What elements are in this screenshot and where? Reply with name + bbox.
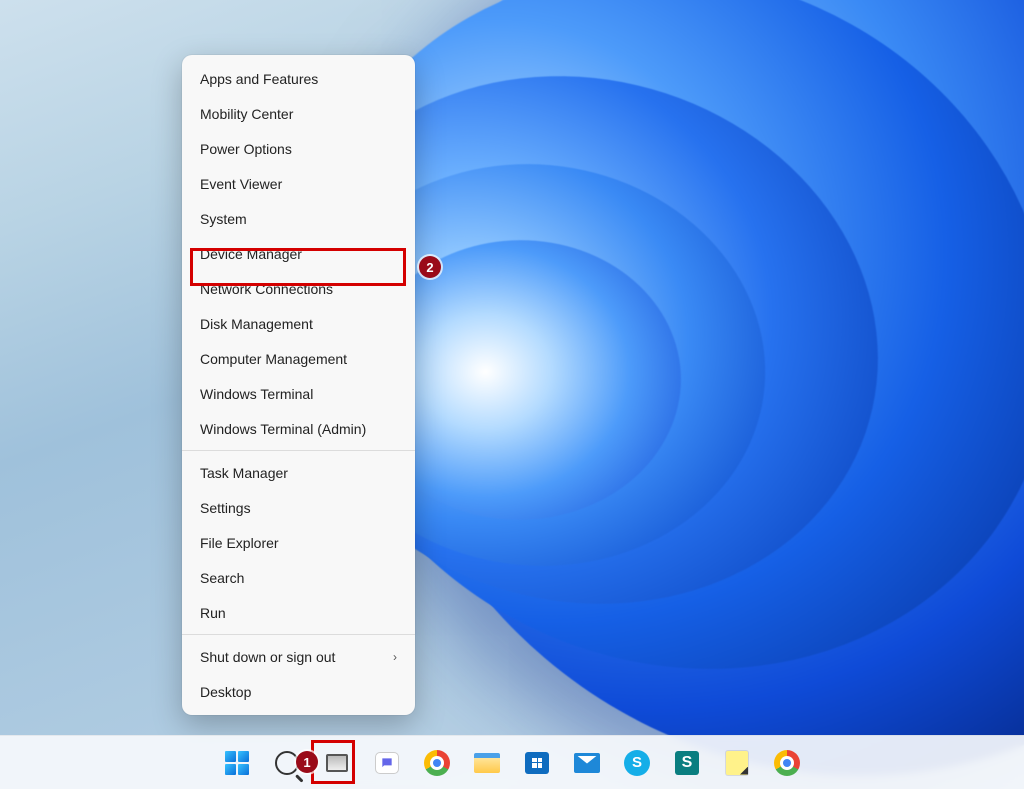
menu-item-network-connections[interactable]: Network Connections: [182, 271, 415, 306]
sharepoint-icon: S: [675, 751, 699, 775]
menu-item-label: Windows Terminal (Admin): [200, 421, 366, 437]
menu-item-label: Run: [200, 605, 226, 621]
menu-item-shut-down-or-sign-out[interactable]: Shut down or sign out ›: [182, 639, 415, 674]
chevron-right-icon: ›: [393, 650, 397, 664]
menu-item-label: Mobility Center: [200, 106, 293, 122]
taskbar-task-view-button[interactable]: [317, 743, 357, 783]
taskbar-file-explorer-button[interactable]: [467, 743, 507, 783]
taskbar-skype-button[interactable]: S: [617, 743, 657, 783]
menu-item-file-explorer[interactable]: File Explorer: [182, 525, 415, 560]
chrome-icon: [424, 750, 450, 776]
taskbar-store-button[interactable]: [517, 743, 557, 783]
file-explorer-icon: [474, 753, 500, 773]
menu-item-label: Event Viewer: [200, 176, 282, 192]
menu-item-label: Device Manager: [200, 246, 302, 262]
menu-item-computer-management[interactable]: Computer Management: [182, 341, 415, 376]
skype-icon: S: [624, 750, 650, 776]
annotation-callout-2: 2: [419, 256, 441, 278]
store-icon: [525, 752, 549, 774]
menu-item-label: Disk Management: [200, 316, 313, 332]
winx-context-menu: Apps and Features Mobility Center Power Op…: [182, 55, 415, 715]
menu-item-label: Network Connections: [200, 281, 333, 297]
taskbar-sticky-notes-button[interactable]: [717, 743, 757, 783]
menu-item-label: File Explorer: [200, 535, 279, 551]
menu-item-windows-terminal-admin[interactable]: Windows Terminal (Admin): [182, 411, 415, 446]
start-icon: [225, 751, 249, 775]
menu-item-apps-and-features[interactable]: Apps and Features: [182, 61, 415, 96]
desktop-wallpaper: [0, 0, 1024, 789]
taskbar-chat-button[interactable]: [367, 743, 407, 783]
menu-item-system[interactable]: System: [182, 201, 415, 236]
menu-item-label: Windows Terminal: [200, 386, 313, 402]
menu-item-run[interactable]: Run: [182, 595, 415, 630]
mail-icon: [574, 753, 600, 773]
menu-item-label: Power Options: [200, 141, 292, 157]
menu-item-label: System: [200, 211, 247, 227]
task-view-icon: [326, 754, 348, 772]
menu-item-label: Settings: [200, 500, 251, 516]
menu-item-desktop[interactable]: Desktop: [182, 674, 415, 709]
menu-divider: [182, 634, 415, 635]
menu-item-task-manager[interactable]: Task Manager: [182, 455, 415, 490]
menu-item-label: Shut down or sign out: [200, 649, 335, 665]
taskbar-chrome-button[interactable]: [417, 743, 457, 783]
annotation-callout-1: 1: [296, 751, 318, 773]
taskbar-start-button[interactable]: [217, 743, 257, 783]
menu-item-disk-management[interactable]: Disk Management: [182, 306, 415, 341]
menu-item-label: Apps and Features: [200, 71, 318, 87]
taskbar-chrome-button-2[interactable]: [767, 743, 807, 783]
menu-item-label: Computer Management: [200, 351, 347, 367]
menu-item-windows-terminal[interactable]: Windows Terminal: [182, 376, 415, 411]
taskbar-mail-button[interactable]: [567, 743, 607, 783]
menu-item-event-viewer[interactable]: Event Viewer: [182, 166, 415, 201]
menu-item-label: Task Manager: [200, 465, 288, 481]
menu-item-label: Desktop: [200, 684, 251, 700]
chat-icon: [375, 752, 399, 774]
taskbar: S S: [0, 735, 1024, 789]
menu-item-device-manager[interactable]: Device Manager: [182, 236, 415, 271]
menu-item-search[interactable]: Search: [182, 560, 415, 595]
menu-divider: [182, 450, 415, 451]
menu-item-mobility-center[interactable]: Mobility Center: [182, 96, 415, 131]
chrome-icon: [774, 750, 800, 776]
menu-item-power-options[interactable]: Power Options: [182, 131, 415, 166]
sticky-notes-icon: [726, 751, 748, 775]
menu-item-settings[interactable]: Settings: [182, 490, 415, 525]
menu-item-label: Search: [200, 570, 244, 586]
taskbar-sharepoint-button[interactable]: S: [667, 743, 707, 783]
